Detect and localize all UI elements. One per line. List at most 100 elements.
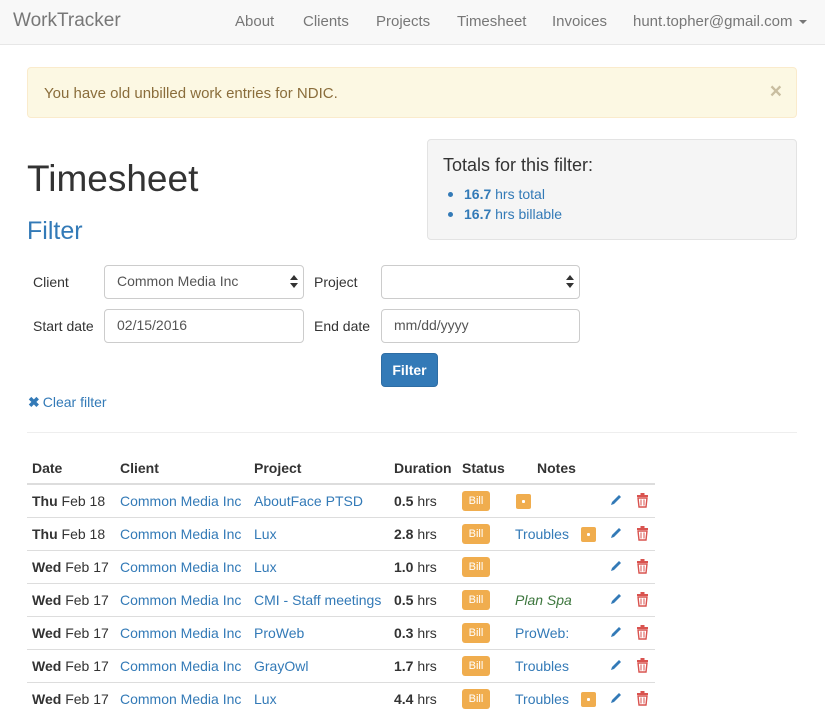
divider xyxy=(27,432,797,433)
nav-about[interactable]: About xyxy=(235,13,274,30)
select-arrows-icon xyxy=(290,275,298,289)
trash-icon[interactable] xyxy=(636,559,649,574)
pencil-icon[interactable] xyxy=(609,559,623,573)
entry-date-text: Feb 18 xyxy=(57,493,106,509)
entry-date-text: Feb 17 xyxy=(61,559,109,575)
trash-icon[interactable] xyxy=(636,526,649,541)
billable-hours-value: 16.7 xyxy=(464,206,492,222)
nav-timesheet[interactable]: Timesheet xyxy=(457,13,526,30)
col-project: Project xyxy=(254,460,302,476)
col-date: Date xyxy=(32,460,63,476)
entry-project-link[interactable]: Lux xyxy=(254,526,277,542)
entry-client-link[interactable]: Common Media Inc xyxy=(120,559,241,575)
entry-note[interactable]: Troubles xyxy=(515,658,569,674)
filter-heading: Filter xyxy=(27,217,83,245)
entry-project-link[interactable]: Lux xyxy=(254,559,277,575)
unbilled-alert: You have old unbilled work entries for N… xyxy=(27,67,797,118)
pencil-icon[interactable] xyxy=(609,691,623,705)
navbar: WorkTracker About Clients Projects Times… xyxy=(0,0,825,45)
totals-total-item: 16.7 hrs total xyxy=(446,184,562,204)
trash-icon[interactable] xyxy=(636,592,649,607)
pencil-icon[interactable] xyxy=(609,658,623,672)
project-select[interactable] xyxy=(381,265,580,299)
select-arrows-icon xyxy=(566,275,574,289)
entry-client-link[interactable]: Common Media Inc xyxy=(120,658,241,674)
entry-day: Thu xyxy=(32,493,58,509)
totals-billable-item: 16.7 hrs billable xyxy=(446,204,562,224)
entry-project-link[interactable]: AboutFace PTSD xyxy=(254,493,363,509)
entry-note[interactable]: Troubles xyxy=(515,691,569,707)
entry-note[interactable]: ProWeb: xyxy=(515,625,569,641)
entry-duration: 0.5 hrs xyxy=(394,493,437,509)
table-row: Wed Feb 17 Common Media Inc ProWeb 0.3 hrs B… xyxy=(27,616,655,649)
entry-date: Thu Feb 18 xyxy=(32,526,105,542)
entry-hours: 0.3 xyxy=(394,625,414,641)
entry-project-link[interactable]: Lux xyxy=(254,691,277,707)
brand-logo[interactable]: WorkTracker xyxy=(13,10,121,32)
col-status: Status xyxy=(462,460,505,476)
entry-client-link[interactable]: Common Media Inc xyxy=(120,592,241,608)
entry-client-link[interactable]: Common Media Inc xyxy=(120,691,241,707)
client-select[interactable]: Common Media Inc xyxy=(104,265,304,299)
entry-date: Thu Feb 18 xyxy=(32,493,105,509)
entry-date-text: Feb 18 xyxy=(57,526,106,542)
entry-hours-unit: hrs xyxy=(413,691,437,707)
caret-down-icon xyxy=(799,20,808,25)
nav-clients[interactable]: Clients xyxy=(303,13,349,30)
bill-status-badge[interactable]: Bill xyxy=(462,524,490,544)
entry-duration: 0.5 hrs xyxy=(394,592,437,608)
entry-client-link[interactable]: Common Media Inc xyxy=(120,526,241,542)
bill-status-badge[interactable]: Bill xyxy=(462,689,490,709)
bill-status-badge[interactable]: Bill xyxy=(462,623,490,643)
close-icon[interactable]: × xyxy=(770,81,782,102)
clear-filter-label: Clear filter xyxy=(42,394,107,410)
pencil-icon[interactable] xyxy=(609,493,623,507)
entry-date-text: Feb 17 xyxy=(61,691,109,707)
pencil-icon[interactable] xyxy=(609,526,623,540)
entry-day: Wed xyxy=(32,559,62,575)
bill-status-badge[interactable]: Bill xyxy=(462,590,490,610)
page-title: Timesheet xyxy=(27,158,199,199)
trash-icon[interactable] xyxy=(636,493,649,508)
trash-icon[interactable] xyxy=(636,658,649,673)
start-date-label: Start date xyxy=(33,318,94,334)
entry-hours: 0.5 xyxy=(394,592,414,608)
entry-note: Plan Spa xyxy=(515,592,572,608)
entry-client-link[interactable]: Common Media Inc xyxy=(120,625,241,641)
bill-status-badge[interactable]: Bill xyxy=(462,491,490,511)
start-date-value: 02/15/2016 xyxy=(117,317,188,333)
entry-client-link[interactable]: Common Media Inc xyxy=(120,493,241,509)
end-date-field[interactable]: mm/dd/yyyy xyxy=(381,309,580,343)
entry-project-link[interactable]: ProWeb xyxy=(254,625,304,641)
bill-status-badge[interactable]: Bill xyxy=(462,557,490,577)
filter-button[interactable]: Filter xyxy=(381,353,438,387)
note-icon[interactable] xyxy=(581,527,596,542)
entry-date-text: Feb 17 xyxy=(61,625,109,641)
entry-duration: 0.3 hrs xyxy=(394,625,437,641)
pencil-icon[interactable] xyxy=(609,625,623,639)
entry-duration: 1.7 hrs xyxy=(394,658,437,674)
alert-message: You have old unbilled work entries for N… xyxy=(44,85,338,102)
entry-note[interactable]: Troubles xyxy=(515,526,569,542)
entry-hours-unit: hrs xyxy=(413,658,437,674)
nav-projects[interactable]: Projects xyxy=(376,13,430,30)
entry-date-text: Feb 17 xyxy=(61,658,109,674)
col-duration: Duration xyxy=(394,460,452,476)
bill-status-badge[interactable]: Bill xyxy=(462,656,490,676)
user-menu[interactable]: hunt.topher@gmail.com xyxy=(633,13,808,30)
start-date-field[interactable]: 02/15/2016 xyxy=(104,309,304,343)
table-row: Thu Feb 18 Common Media Inc Lux 2.8 hrs Bill… xyxy=(27,517,655,550)
nav-invoices[interactable]: Invoices xyxy=(552,13,607,30)
entry-day: Thu xyxy=(32,526,58,542)
entry-hours-unit: hrs xyxy=(413,559,437,575)
note-icon[interactable] xyxy=(516,494,531,509)
entry-hours: 4.4 xyxy=(394,691,414,707)
note-icon[interactable] xyxy=(581,692,596,707)
trash-icon[interactable] xyxy=(636,691,649,706)
clear-filter-link[interactable]: ✖ Clear filter xyxy=(28,394,107,411)
entry-project-link[interactable]: CMI - Staff meetings xyxy=(254,592,381,608)
trash-icon[interactable] xyxy=(636,625,649,640)
entry-project-link[interactable]: GrayOwl xyxy=(254,658,308,674)
pencil-icon[interactable] xyxy=(609,592,623,606)
total-hours-value: 16.7 xyxy=(464,186,492,202)
